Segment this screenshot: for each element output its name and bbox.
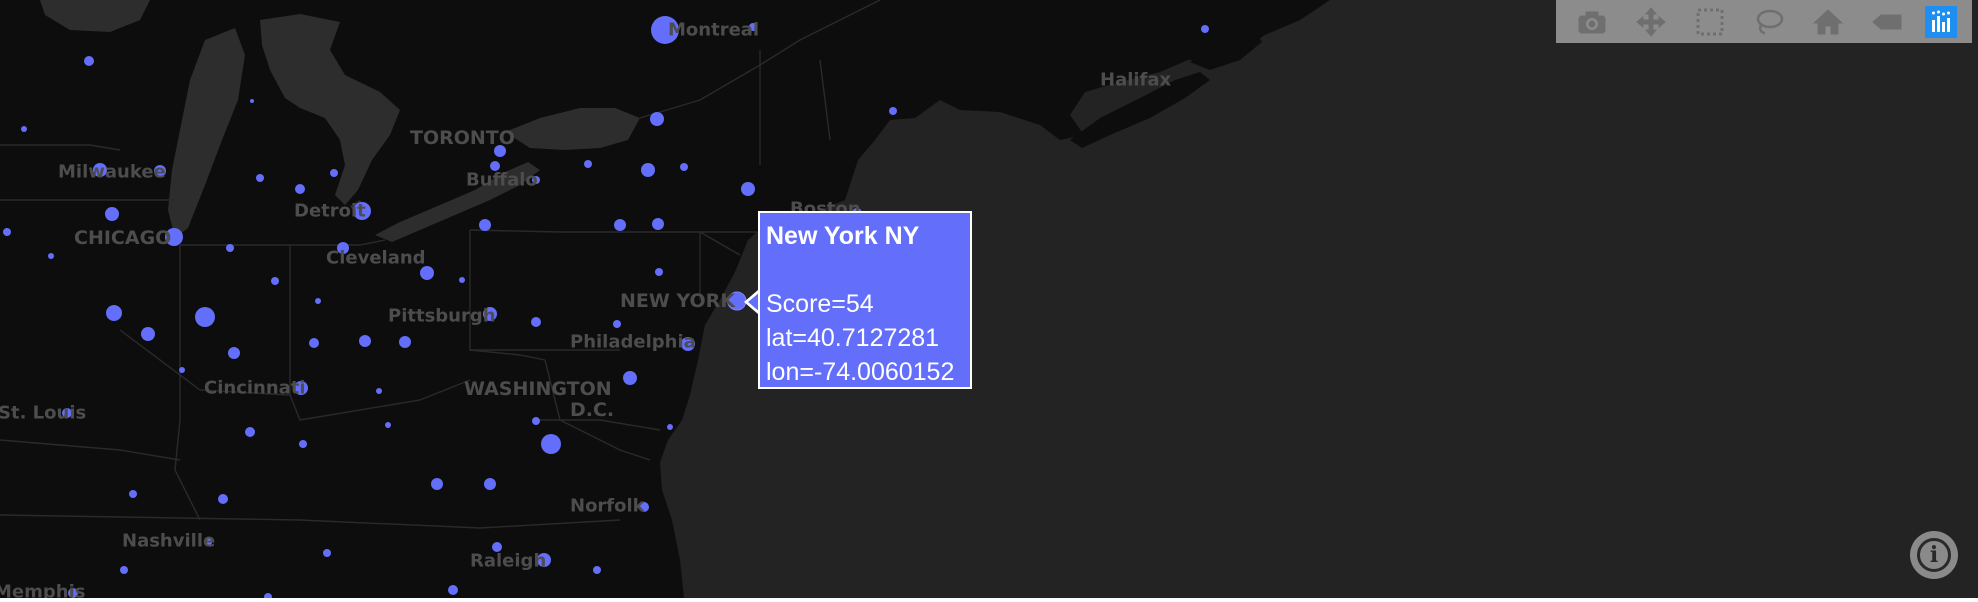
city-label: Pittsburgh	[388, 305, 496, 327]
pan-icon	[1635, 6, 1666, 37]
map-marker[interactable]	[179, 367, 185, 373]
map-marker[interactable]	[385, 422, 391, 428]
map-marker[interactable]	[315, 298, 321, 304]
city-label: NEW YORK	[620, 290, 736, 312]
map-marker[interactable]	[431, 478, 443, 490]
plotly-logo-icon	[1925, 6, 1958, 37]
map-marker[interactable]	[652, 218, 664, 230]
map-marker[interactable]	[106, 305, 122, 321]
map-marker[interactable]	[623, 371, 637, 385]
hover-lat: lat=40.7127281	[766, 324, 940, 352]
map-marker[interactable]	[271, 277, 279, 285]
map-marker[interactable]	[584, 160, 592, 168]
info-icon: i	[1917, 538, 1951, 572]
map-marker[interactable]	[484, 478, 496, 490]
map-marker[interactable]	[376, 388, 382, 394]
hover-score: Score=54	[766, 290, 874, 318]
map-marker[interactable]	[120, 566, 128, 574]
map-marker[interactable]	[479, 219, 491, 231]
map-marker[interactable]	[655, 268, 663, 276]
city-label: Halifax	[1100, 69, 1172, 91]
city-label: Nashville	[122, 530, 216, 552]
map-marker[interactable]	[613, 320, 621, 328]
map-marker[interactable]	[228, 347, 240, 359]
map-plot[interactable]: Montreal TORONTO Halifax Milwaukee CHICAGO De…	[0, 0, 1978, 598]
map-marker[interactable]	[459, 277, 465, 283]
map-marker[interactable]	[330, 169, 338, 177]
city-label: D.C.	[570, 399, 615, 421]
city-label: Norfolk	[570, 495, 645, 517]
map-marker[interactable]	[129, 490, 137, 498]
city-label: Milwaukee	[58, 161, 166, 183]
lasso-select-button[interactable]	[1748, 3, 1790, 41]
map-marker[interactable]	[650, 112, 664, 126]
map-marker[interactable]	[141, 327, 155, 341]
lasso-select-icon	[1756, 9, 1784, 34]
map-marker[interactable]	[448, 585, 458, 595]
box-select-button[interactable]	[1689, 3, 1731, 41]
map-marker[interactable]	[680, 163, 688, 171]
map-marker[interactable]	[1201, 25, 1209, 33]
map-marker[interactable]	[323, 549, 331, 557]
reset-view-button[interactable]	[1807, 3, 1849, 41]
home-icon	[1812, 8, 1844, 34]
city-label: Buffalo	[466, 169, 538, 191]
camera-icon	[1578, 11, 1606, 33]
map-marker[interactable]	[641, 163, 655, 177]
city-label: Raleigh	[470, 550, 547, 572]
map-marker[interactable]	[218, 494, 228, 504]
map-marker[interactable]	[741, 182, 755, 196]
map-marker[interactable]	[541, 434, 561, 454]
map-marker[interactable]	[531, 317, 541, 327]
city-label: CHICAGO	[74, 227, 172, 249]
map-marker[interactable]	[614, 219, 626, 231]
pan-button[interactable]	[1630, 3, 1672, 41]
city-label: WASHINGTON	[464, 378, 612, 400]
map-canvas[interactable]	[0, 0, 1978, 598]
city-label: St. Louis	[0, 402, 87, 424]
info-button[interactable]: i	[1910, 531, 1958, 579]
show-closest-button[interactable]	[1866, 3, 1908, 41]
map-marker[interactable]	[399, 336, 411, 348]
download-plot-button[interactable]	[1571, 3, 1613, 41]
box-select-icon	[1696, 8, 1724, 35]
map-marker[interactable]	[105, 207, 119, 221]
map-marker[interactable]	[889, 107, 897, 115]
modebar	[1556, 0, 1972, 43]
city-label: Cleveland	[326, 247, 426, 269]
map-marker[interactable]	[299, 440, 307, 448]
map-marker[interactable]	[295, 184, 305, 194]
map-marker[interactable]	[21, 126, 27, 132]
city-label: Memphis	[0, 581, 86, 599]
map-marker[interactable]	[309, 338, 319, 348]
map-marker[interactable]	[48, 253, 54, 259]
map-marker[interactable]	[245, 427, 255, 437]
hover-lon: lon=-74.0060152	[766, 358, 955, 386]
map-marker[interactable]	[359, 335, 371, 347]
plotly-logo-button[interactable]	[1925, 5, 1958, 38]
hover-title: New York NY	[766, 222, 920, 250]
city-label: Philadelphia	[570, 331, 696, 353]
map-marker[interactable]	[3, 228, 11, 236]
hover-spacer	[766, 253, 964, 287]
map-marker[interactable]	[226, 244, 234, 252]
city-label: Detroit	[294, 200, 366, 222]
map-marker[interactable]	[667, 424, 673, 430]
map-marker[interactable]	[250, 99, 254, 103]
map-marker[interactable]	[593, 566, 601, 574]
map-marker[interactable]	[256, 174, 264, 182]
map-marker[interactable]	[532, 417, 540, 425]
hover-closest-icon	[1872, 14, 1902, 29]
hover-tooltip: New York NY Score=54 lat=40.7127281 lon=…	[758, 211, 972, 389]
city-label: Montreal	[668, 19, 760, 41]
city-label: Cincinnati	[204, 377, 306, 399]
map-marker[interactable]	[84, 56, 94, 66]
city-label: TORONTO	[410, 127, 515, 149]
map-marker[interactable]	[195, 307, 215, 327]
